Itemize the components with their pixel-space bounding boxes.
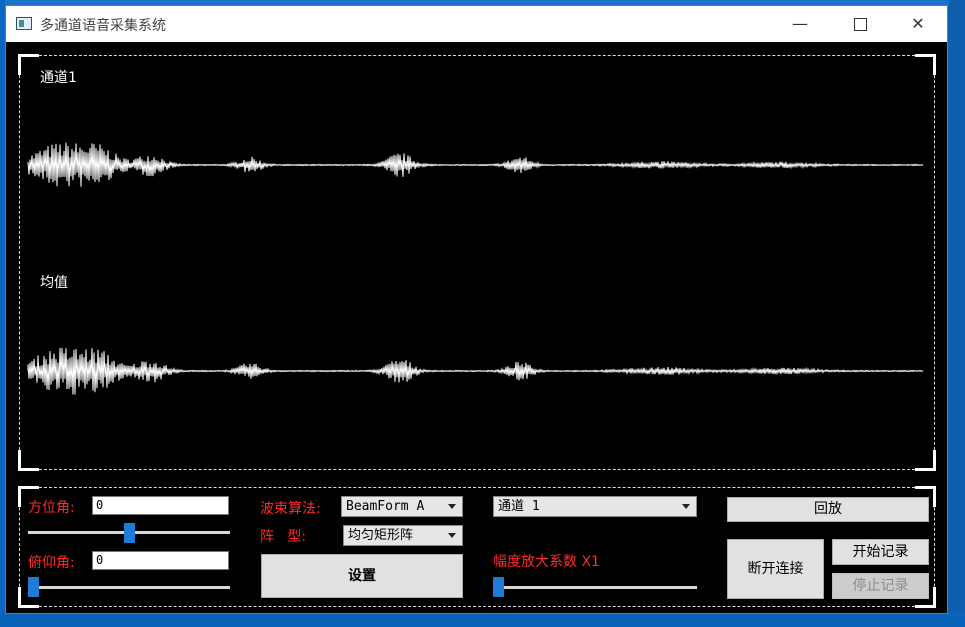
app-icon	[16, 17, 32, 30]
app-window: 多通道语音采集系统 — ✕ 通道1 均值 方位角: 0 俯仰角: 0 波束算法:…	[5, 5, 948, 614]
beam-algorithm-label: 波束算法:	[260, 501, 321, 517]
set-button[interactable]: 设置	[261, 554, 463, 598]
azimuth-label: 方位角:	[28, 500, 75, 516]
chevron-down-icon	[448, 504, 456, 509]
mean-waveform	[27, 347, 924, 395]
desktop-background-bottom	[0, 612, 965, 627]
title-bar[interactable]: 多通道语音采集系统 — ✕	[6, 6, 947, 42]
control-panel: 方位角: 0 俯仰角: 0 波束算法: BeamForm A 阵 型: 均匀矩形…	[18, 486, 936, 608]
start-record-button[interactable]: 开始记录	[832, 539, 929, 565]
minimize-button[interactable]: —	[777, 6, 823, 42]
gain-slider-handle[interactable]	[493, 577, 504, 597]
azimuth-input[interactable]: 0	[92, 496, 229, 515]
desktop-background-right	[949, 0, 965, 627]
playback-button[interactable]: 回放	[727, 497, 929, 522]
chevron-down-icon	[682, 504, 690, 509]
pitch-slider-handle[interactable]	[28, 577, 39, 597]
waveform-panel: 通道1 均值	[18, 54, 936, 471]
maximize-icon	[853, 18, 867, 31]
waveform-canvas	[27, 142, 924, 395]
window-title: 多通道语音采集系统	[40, 18, 166, 34]
beam-algorithm-value: BeamForm A	[346, 499, 425, 514]
array-type-label: 阵 型:	[260, 529, 307, 545]
array-type-value: 均匀矩形阵	[348, 528, 414, 543]
beam-algorithm-select[interactable]: BeamForm A	[341, 496, 463, 517]
channel-waveform	[27, 142, 924, 187]
chevron-down-icon	[448, 533, 456, 538]
pitch-slider-track[interactable]	[28, 586, 230, 589]
gain-label: 幅度放大系数 X1	[493, 554, 600, 570]
azimuth-slider-handle[interactable]	[123, 523, 135, 543]
close-button[interactable]: ✕	[895, 6, 941, 42]
disconnect-button[interactable]: 断开连接	[727, 539, 824, 599]
pitch-input[interactable]: 0	[92, 551, 229, 570]
maximize-button[interactable]	[837, 6, 883, 42]
channel-select-value: 通道 1	[498, 499, 540, 514]
pitch-label: 俯仰角:	[28, 555, 75, 571]
array-type-select[interactable]: 均匀矩形阵	[343, 525, 463, 546]
gain-slider-track[interactable]	[493, 586, 697, 589]
channel-select[interactable]: 通道 1	[493, 496, 697, 517]
stop-record-button: 停止记录	[832, 573, 929, 599]
